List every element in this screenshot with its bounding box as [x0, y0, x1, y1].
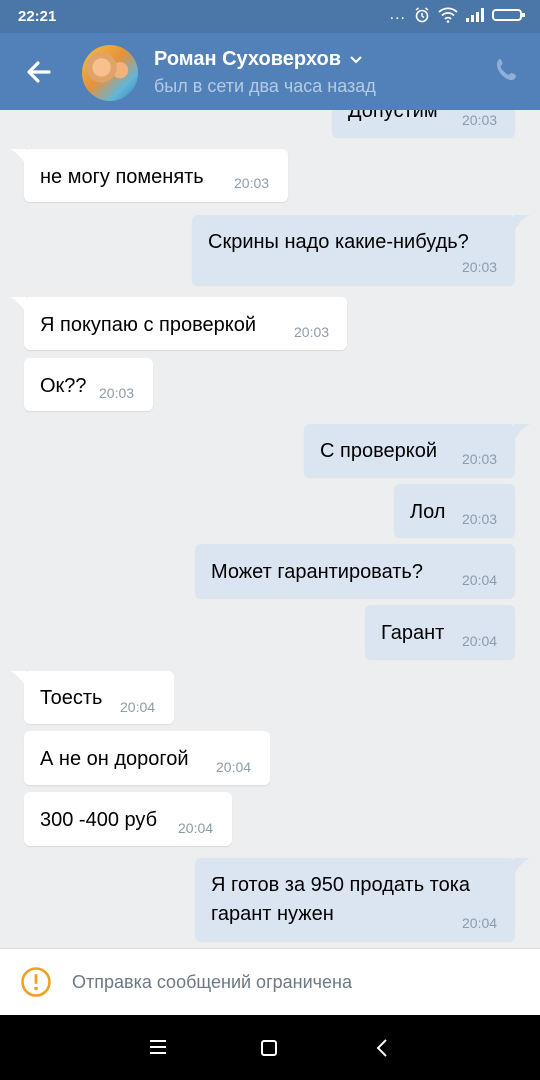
message-text: Я готов за 950 продать тока [211, 874, 471, 896]
message-text-line2: гарант нужен [211, 903, 334, 925]
back-arrow-icon[interactable] [22, 55, 56, 89]
message-bubble-outgoing[interactable]: Лол 20:03 [394, 484, 515, 537]
message-time: 20:03 [99, 385, 135, 401]
message-bubble-incoming[interactable]: Ок?? 20:03 [24, 358, 153, 411]
message-time: 20:03 [462, 112, 498, 128]
message-bubble-outgoing[interactable]: Я готов за 950 продать тока гарант нужен… [195, 858, 515, 941]
bubble-tail [514, 858, 530, 874]
message-text: Ок?? [40, 375, 87, 397]
notice-text: Отправка сообщений ограничена [72, 972, 352, 992]
contact-name[interactable]: Роман Суховерхов [154, 48, 363, 71]
message-text: Гарант [381, 622, 445, 644]
presence-status: был в сети два часа назад [154, 76, 376, 96]
nav-back-icon[interactable] [376, 1039, 388, 1057]
message-bubble-outgoing[interactable]: Может гарантировать? 20:04 [195, 544, 515, 598]
message-time: 20:04 [216, 759, 252, 775]
message-time: 20:04 [178, 820, 214, 836]
message-bubble-outgoing[interactable]: Гарант 20:04 [365, 605, 515, 659]
message-list[interactable]: Допустим 20:03 не могу поменять 20:03 Ск… [0, 110, 540, 948]
menu-icon[interactable] [150, 1040, 166, 1054]
contact-name-text: Роман Суховерхов [154, 48, 341, 70]
bubble-tail [514, 424, 530, 440]
battery-icon [492, 9, 525, 21]
message-bubble-outgoing[interactable]: С проверкой 20:03 [304, 424, 515, 477]
alarm-icon [415, 7, 429, 23]
message-time: 20:03 [234, 175, 270, 191]
message-text: С проверкой [320, 440, 437, 462]
message-text: 300 -400 руб [40, 809, 158, 831]
chat-header: Роман Суховерхов был в сети два часа наз… [0, 33, 540, 110]
message-text: Лол [410, 501, 446, 523]
home-icon[interactable] [261, 1040, 277, 1056]
status-icons: ... [389, 6, 525, 23]
status-bar: 22:21 ... [0, 0, 540, 33]
chevron-down-icon [350, 55, 362, 63]
message-bubble-outgoing[interactable]: Скрины надо какие-нибудь? 20:03 [192, 215, 515, 285]
status-time: 22:21 [18, 8, 57, 25]
warning-icon [21, 967, 51, 997]
message-bubble-incoming[interactable]: не могу поменять 20:03 [24, 149, 288, 202]
status-dots: ... [389, 6, 406, 23]
message-text: Может гарантировать? [211, 561, 423, 583]
message-bubble-incoming[interactable]: Тоесть 20:04 [24, 671, 174, 724]
bubble-tail [514, 215, 530, 231]
message-time: 20:04 [120, 699, 156, 715]
message-text: Я покупаю с проверкой [40, 314, 256, 336]
message-bubble-outgoing[interactable]: Допустим 20:03 [332, 110, 515, 137]
message-text: Допустим [348, 110, 438, 122]
message-time: 20:03 [462, 259, 498, 275]
message-text: А не он дорогой [40, 748, 189, 770]
message-time: 20:04 [462, 633, 498, 649]
message-bubble-incoming[interactable]: 300 -400 руб 20:04 [24, 792, 232, 846]
message-time: 20:03 [462, 451, 498, 467]
message-text: не могу поменять [40, 166, 204, 188]
message-bubble-incoming[interactable]: Я покупаю с проверкой 20:03 [24, 297, 347, 350]
message-time: 20:03 [462, 511, 498, 527]
message-time: 20:04 [462, 915, 498, 931]
system-nav-bar [0, 1015, 540, 1080]
avatar[interactable] [82, 45, 138, 101]
message-text: Скрины надо какие-нибудь? [208, 231, 469, 253]
message-bubble-incoming[interactable]: А не он дорогой 20:04 [24, 731, 270, 785]
phone-icon[interactable] [494, 57, 520, 83]
wifi-icon [438, 7, 458, 23]
messaging-restricted-notice: Отправка сообщений ограничена [0, 948, 540, 1015]
message-time: 20:03 [294, 324, 330, 340]
message-text: Тоесть [40, 687, 103, 709]
signal-icon [466, 8, 484, 22]
message-time: 20:04 [462, 572, 498, 588]
